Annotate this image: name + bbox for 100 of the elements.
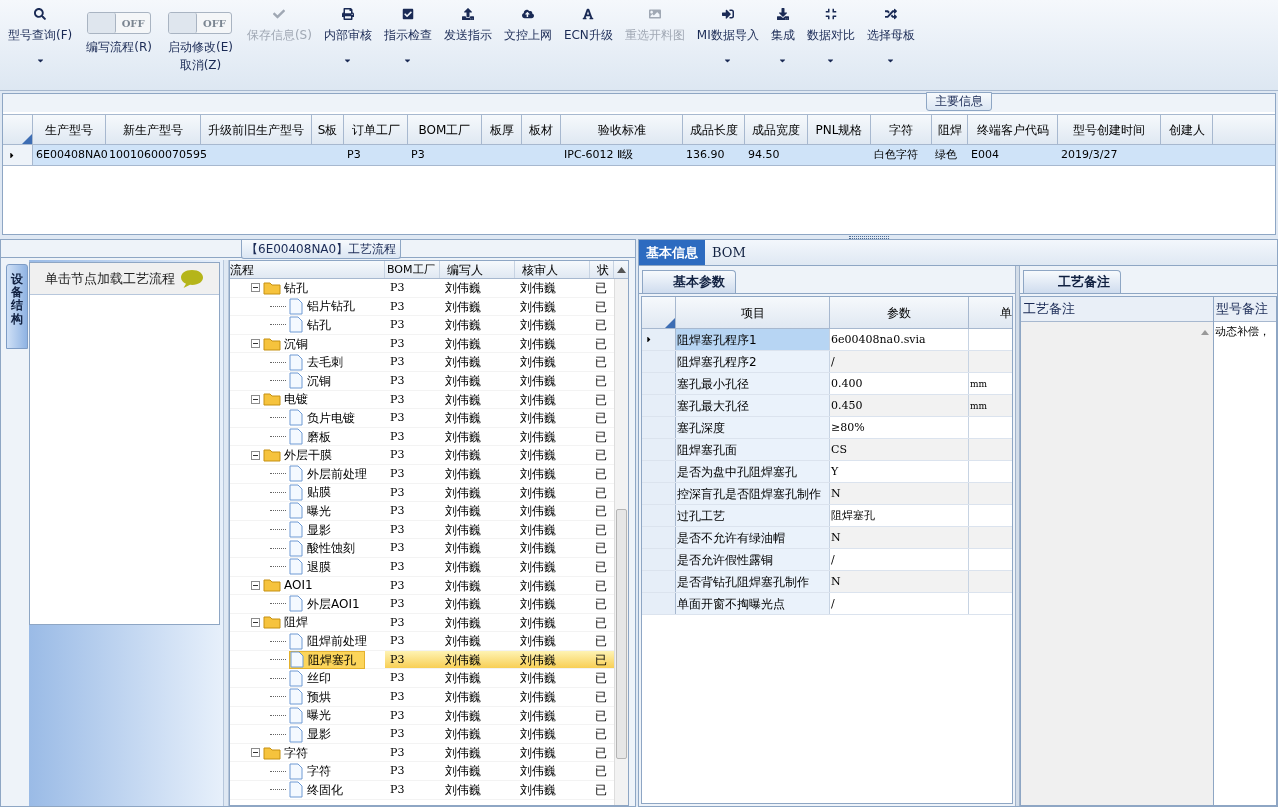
param-name[interactable]: 单面开窗不掏曝光点 xyxy=(676,593,830,614)
collapse-icon[interactable] xyxy=(251,339,260,349)
column-header[interactable]: 参数 xyxy=(830,297,969,328)
toolbar-button[interactable]: 文控上网 xyxy=(497,0,558,74)
param-name[interactable]: 塞孔最大孔径 xyxy=(676,395,830,416)
tree-node[interactable]: 终固化 xyxy=(289,780,351,799)
row-header[interactable] xyxy=(642,549,676,570)
side-tab[interactable]: 设备结构 xyxy=(6,264,28,349)
collapse-icon[interactable] xyxy=(251,748,260,758)
column-header[interactable]: 板厚 xyxy=(482,115,522,144)
column-header[interactable]: 型号创建时间 xyxy=(1058,115,1161,144)
row-header[interactable] xyxy=(642,593,676,614)
column-header[interactable]: 终端客户代码 xyxy=(968,115,1058,144)
column-header[interactable]: BOM工厂 xyxy=(385,261,440,278)
tab[interactable]: 基本信息 xyxy=(639,240,705,265)
column-header[interactable]: 生产型号 xyxy=(33,115,106,144)
collapse-icon[interactable] xyxy=(251,394,260,404)
splitter-grip[interactable] xyxy=(849,235,889,239)
param-name[interactable]: 阻焊塞孔面 xyxy=(676,439,830,460)
param-name[interactable]: 阻焊塞孔程序2 xyxy=(676,351,830,372)
row-header[interactable] xyxy=(642,571,676,592)
tree-node[interactable]: AOI1 xyxy=(284,576,321,595)
tab[interactable]: BOM xyxy=(705,240,753,265)
param-name[interactable]: 过孔工艺 xyxy=(676,505,830,526)
row-header[interactable] xyxy=(642,351,676,372)
collapse-icon[interactable] xyxy=(251,580,260,590)
column-header[interactable]: 成品长度 xyxy=(683,115,745,144)
tree-node[interactable]: 铝片钻孔 xyxy=(289,297,363,316)
scrollbar-thumb[interactable] xyxy=(616,509,627,759)
collapse-icon[interactable] xyxy=(251,450,260,460)
tree-node[interactable]: 阻焊前处理 xyxy=(289,632,375,651)
tree-node[interactable]: 负片电镀 xyxy=(289,408,363,427)
param-name[interactable]: 是否不允许有绿油帽 xyxy=(676,527,830,548)
param-name[interactable]: 是否背钻孔阻焊塞孔制作 xyxy=(676,571,830,592)
column-header[interactable]: 单 xyxy=(969,297,1012,328)
toolbar-button[interactable]: 发送指示 xyxy=(437,0,498,74)
column-header[interactable]: 编写人 xyxy=(440,261,515,278)
tree-node[interactable]: 沉铜 xyxy=(284,334,316,353)
tree-node[interactable]: 丝印 xyxy=(289,669,339,688)
tree-node[interactable]: 外层干膜 xyxy=(284,446,340,465)
row-header[interactable] xyxy=(642,527,676,548)
toolbar-button[interactable]: 内部审核 xyxy=(317,0,378,74)
tree-node[interactable]: 字符 xyxy=(289,762,339,781)
row-header[interactable] xyxy=(642,373,676,394)
tree-node[interactable]: 显影 xyxy=(289,725,339,744)
collapse-icon[interactable] xyxy=(251,283,260,293)
param-name[interactable]: 阻焊塞孔程序1 xyxy=(676,329,830,350)
column-header[interactable]: 订单工厂 xyxy=(344,115,408,144)
column-header[interactable]: BOM工厂 xyxy=(408,115,482,144)
row-header[interactable] xyxy=(642,329,676,350)
param-name[interactable]: 塞孔深度 xyxy=(676,417,830,438)
row-header[interactable] xyxy=(642,483,676,504)
toolbar-button[interactable]: 数据对比 xyxy=(800,0,861,74)
toolbar-button[interactable]: 指示检查 xyxy=(377,0,438,74)
column-header[interactable]: 创建人 xyxy=(1161,115,1213,144)
column-header[interactable]: 状 xyxy=(590,261,614,278)
tree-node[interactable]: 贴膜 xyxy=(289,483,339,502)
row-header[interactable] xyxy=(642,395,676,416)
tab[interactable]: 基本参数 xyxy=(642,270,736,293)
tree-node[interactable]: 字符 xyxy=(284,743,316,762)
column-header[interactable]: 阻焊 xyxy=(932,115,968,144)
tree-node[interactable]: 预烘 xyxy=(289,687,339,706)
tree-node[interactable]: 退膜 xyxy=(289,557,339,576)
tree-node[interactable]: 曝光 xyxy=(289,706,339,725)
column-header[interactable]: 升级前旧生产型号 xyxy=(201,115,312,144)
tab[interactable]: 工艺备注 xyxy=(1023,270,1121,293)
toolbar-button[interactable]: MI数据导入 xyxy=(690,0,765,74)
column-header[interactable]: 流程 xyxy=(230,261,385,278)
table-row[interactable]: 6E00408NA0 10010600070595 P3 P3 IPC-6012 Ⅱ级 136.90 94.50 白色字符 绿色 E004 2019/3/27 xyxy=(3,145,1275,166)
column-header[interactable]: S板 xyxy=(312,115,344,144)
param-name[interactable]: 塞孔最小孔径 xyxy=(676,373,830,394)
column-header[interactable]: 核审人 xyxy=(515,261,590,278)
tree-node[interactable]: 酸性蚀刻 xyxy=(289,539,363,558)
column-header[interactable]: 验收标准 xyxy=(561,115,683,144)
param-name[interactable]: 控深盲孔是否阻焊塞孔制作 xyxy=(676,483,830,504)
tree-node[interactable]: 沉铜 xyxy=(289,371,339,390)
column-header[interactable]: 新生产型号 xyxy=(106,115,201,144)
row-header[interactable] xyxy=(3,145,33,165)
row-header[interactable] xyxy=(642,505,676,526)
scroll-up-icon[interactable] xyxy=(616,266,626,273)
toolbar-button[interactable]: 型号查询(F) xyxy=(2,0,79,74)
param-name[interactable]: 是否允许假性露铜 xyxy=(676,549,830,570)
tree-node[interactable]: 钻孔 xyxy=(284,278,316,297)
row-header[interactable] xyxy=(642,461,676,482)
tree-node[interactable]: 钻孔 xyxy=(289,316,339,334)
column-header[interactable]: 字符 xyxy=(871,115,932,144)
column-header[interactable]: 项目 xyxy=(676,297,830,328)
toolbar-button[interactable]: 选择母板 xyxy=(860,0,921,74)
collapse-icon[interactable] xyxy=(251,618,260,627)
column-header[interactable]: 板材 xyxy=(522,115,561,144)
tree-node[interactable]: 去毛刺 xyxy=(289,353,351,372)
tree-node[interactable]: 磨板 xyxy=(289,427,339,446)
column-header[interactable]: 成品宽度 xyxy=(745,115,808,144)
tree-node[interactable]: 外层前处理 xyxy=(289,464,375,483)
toolbar-button[interactable]: ECN升级 xyxy=(557,0,619,74)
row-header[interactable] xyxy=(642,439,676,460)
tree-node[interactable]: 电镀 xyxy=(284,390,316,409)
tree-node[interactable]: 外层AOI1 xyxy=(289,594,368,613)
param-name[interactable]: 是否为盘中孔阻焊塞孔 xyxy=(676,461,830,482)
tree-node[interactable]: 显影 xyxy=(289,520,339,539)
